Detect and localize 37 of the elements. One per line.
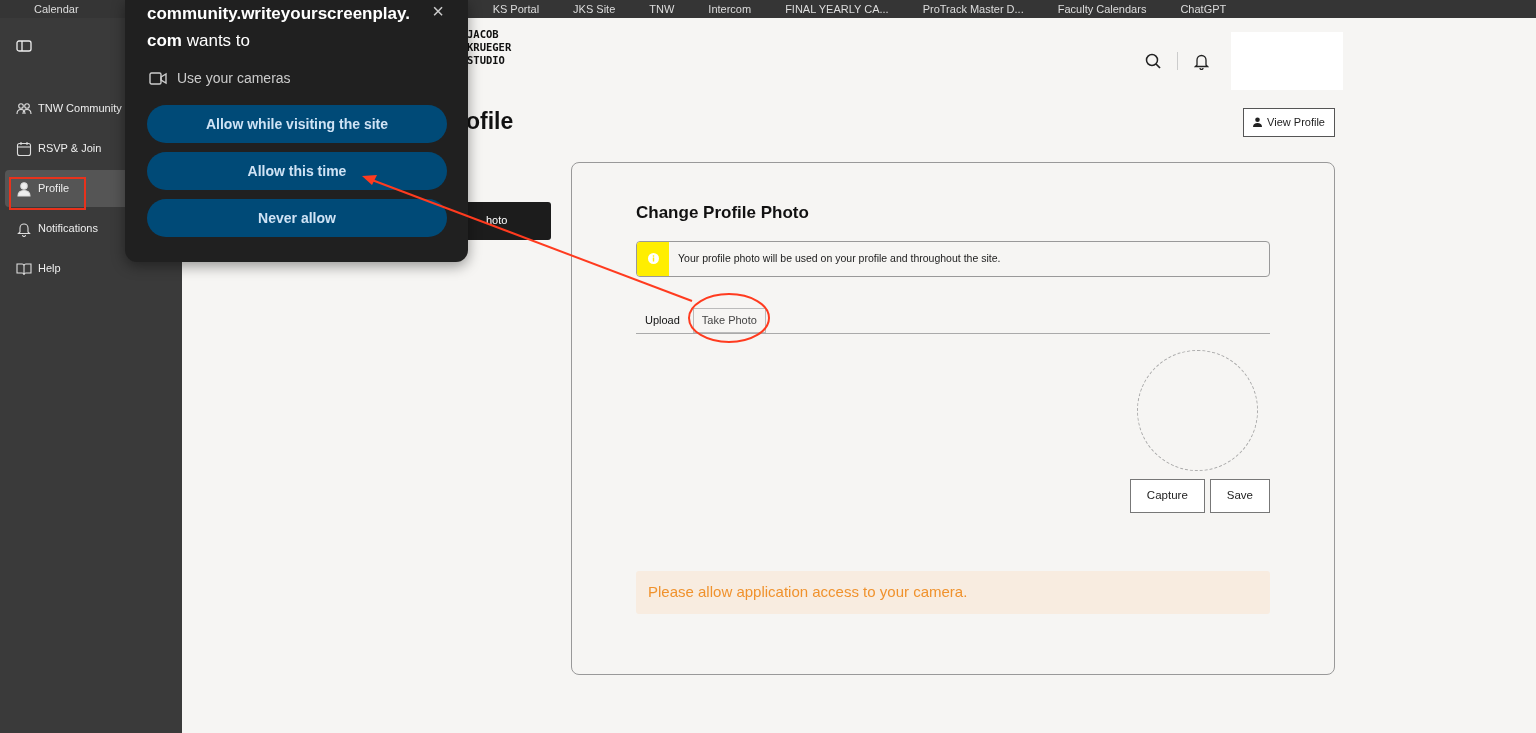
info-text: Your profile photo will be used on your profile and throughout the site. (678, 251, 1001, 266)
sidebar-item[interactable]: Help (5, 250, 182, 287)
camera-warning: Please allow application access to your camera. (636, 570, 1270, 614)
bookmark-link[interactable]: Intercom (708, 0, 752, 18)
camera-action-button[interactable]: Capture (1129, 478, 1205, 513)
person-icon (16, 180, 32, 197)
permission-button[interactable]: Allow while visiting the site (147, 105, 447, 143)
book-icon (16, 260, 32, 277)
close-button[interactable]: × (428, 0, 448, 22)
tab[interactable]: Upload (636, 307, 689, 333)
search-icon[interactable] (1145, 53, 1161, 69)
bookmark-link[interactable]: ProTrack Master D... (922, 0, 1024, 18)
permission-button[interactable]: Never allow (147, 199, 447, 237)
dialog-title: community.writeyourscreenplay.com wants to (147, 3, 411, 52)
permission-text: Use your cameras (177, 69, 291, 88)
bookmark-link[interactable]: Faculty Calendars (1057, 0, 1147, 18)
camera-action-button[interactable]: Save (1209, 478, 1270, 513)
notification-bell-icon[interactable] (1194, 52, 1209, 70)
tab[interactable]: Take Photo (692, 307, 766, 333)
bookmark-link[interactable]: Calendar (34, 0, 79, 18)
person-icon (1253, 117, 1263, 128)
bell-icon (16, 220, 32, 237)
people-icon (16, 100, 32, 117)
sidebar-toggle-icon[interactable] (16, 40, 32, 52)
permission-button[interactable]: Allow this time (147, 152, 447, 190)
bookmark-link[interactable]: KS Portal (492, 0, 540, 18)
studio-logo[interactable]: JACOB KRUEGER STUDIO (467, 28, 512, 68)
info-icon (647, 253, 659, 265)
page-heading: ofile (466, 108, 514, 137)
video-camera-icon (149, 72, 167, 85)
view-profile-button[interactable]: View Profile (1243, 108, 1335, 137)
bookmark-link[interactable]: FINAL YEARLY CA... (785, 0, 889, 18)
bookmark-link[interactable]: JKS Site (573, 0, 616, 18)
bookmark-link[interactable]: TNW (649, 0, 675, 18)
bookmark-link[interactable]: ChatGPT (1180, 0, 1227, 18)
calendar-icon (16, 140, 32, 157)
card-title: Change Profile Photo (636, 202, 810, 223)
